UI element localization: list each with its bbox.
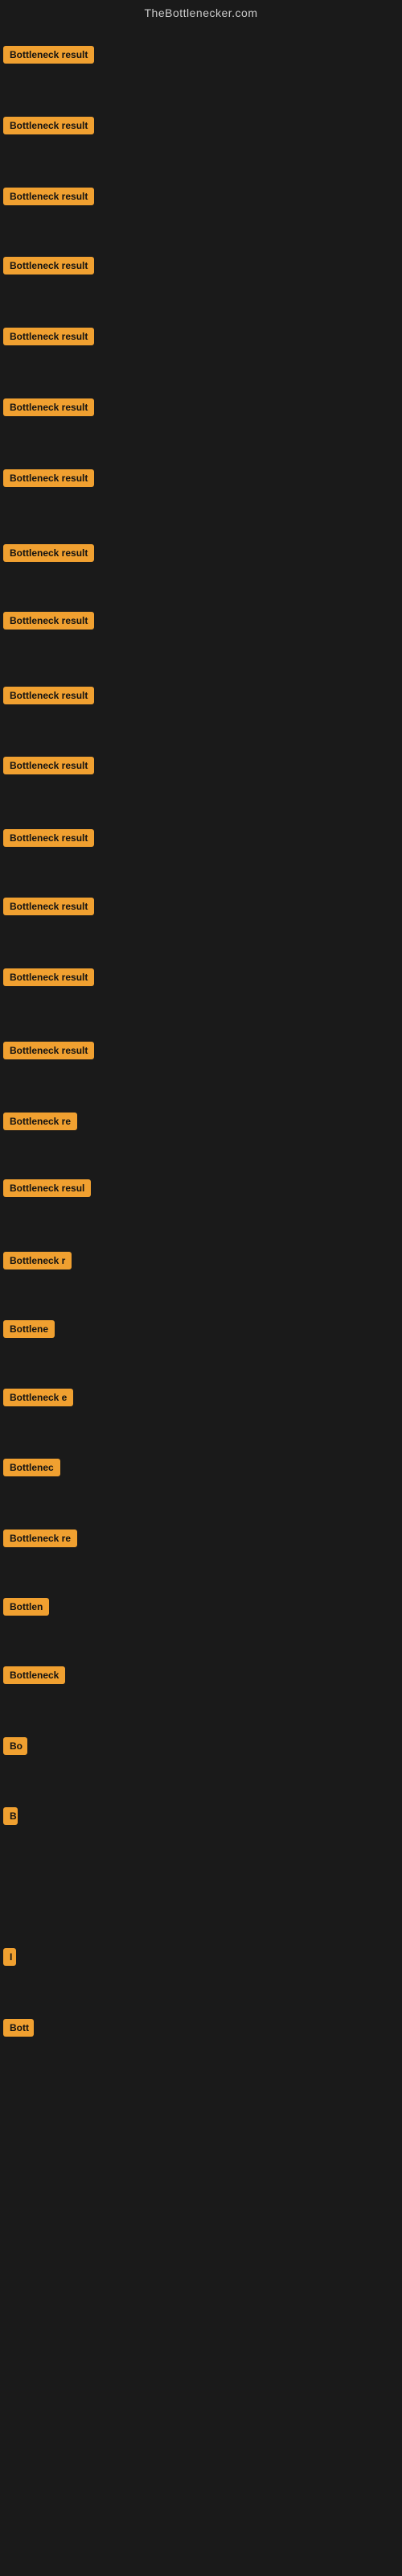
bottleneck-badge[interactable]: Bottleneck result — [3, 469, 94, 487]
bottleneck-item: Bottleneck result — [3, 257, 94, 279]
bottleneck-item: Bottleneck result — [3, 687, 94, 708]
bottleneck-badge[interactable]: Bottleneck result — [3, 328, 94, 345]
bottleneck-item: Bottleneck r — [3, 1252, 72, 1274]
bottleneck-item: B — [3, 1807, 18, 1829]
bottleneck-badge[interactable]: Bottleneck result — [3, 46, 94, 64]
bottleneck-item: Bottleneck result — [3, 117, 94, 138]
bottleneck-badge[interactable]: Bo — [3, 1737, 27, 1755]
bottleneck-badge[interactable]: B — [3, 1807, 18, 1825]
bottleneck-badge[interactable]: Bottlenec — [3, 1459, 60, 1476]
bottleneck-item: Bottleneck result — [3, 544, 94, 566]
bottleneck-item: Bottleneck result — [3, 829, 94, 851]
bottleneck-item: Bottleneck result — [3, 968, 94, 990]
bottleneck-item: Bottleneck result — [3, 398, 94, 420]
bottleneck-item: Bottleneck result — [3, 1042, 94, 1063]
bottleneck-badge[interactable]: Bottleneck result — [3, 687, 94, 704]
bottleneck-badge[interactable]: Bottleneck result — [3, 898, 94, 915]
bottleneck-item: Bottleneck e — [3, 1389, 73, 1410]
bottleneck-badge[interactable]: Bottleneck result — [3, 398, 94, 416]
bottleneck-item: Bottleneck result — [3, 757, 94, 778]
bottleneck-badge[interactable]: Bottleneck result — [3, 117, 94, 134]
bottleneck-badge[interactable]: Bottleneck re — [3, 1113, 77, 1130]
bottleneck-badge[interactable]: Bottleneck result — [3, 188, 94, 205]
bottleneck-item: Bott — [3, 2019, 34, 2041]
bottleneck-badge[interactable]: Bottleneck resul — [3, 1179, 91, 1197]
bottleneck-item: Bottleneck — [3, 1666, 65, 1688]
bottleneck-item: Bottleneck resul — [3, 1179, 91, 1201]
bottleneck-badge[interactable]: Bottleneck re — [3, 1530, 77, 1547]
bottleneck-badge[interactable]: Bottleneck result — [3, 757, 94, 774]
bottleneck-badge[interactable]: Bottleneck result — [3, 829, 94, 847]
bottleneck-badge[interactable]: Bottleneck r — [3, 1252, 72, 1269]
bottleneck-item: I — [3, 1948, 16, 1970]
bottleneck-badge[interactable]: Bottleneck result — [3, 1042, 94, 1059]
bottleneck-item: Bo — [3, 1737, 27, 1759]
page-wrapper: TheBottlenecker.com Bottleneck result Bot… — [0, 0, 402, 2576]
bottleneck-badge[interactable]: Bottleneck result — [3, 612, 94, 630]
bottleneck-item: Bottleneck result — [3, 46, 94, 68]
bottleneck-badge[interactable]: Bottleneck — [3, 1666, 65, 1684]
bottleneck-badge[interactable]: Bottleneck result — [3, 968, 94, 986]
bottleneck-item: Bottleneck re — [3, 1113, 77, 1134]
bottleneck-item: Bottlen — [3, 1598, 49, 1620]
bottleneck-item: Bottlenec — [3, 1459, 60, 1480]
bottleneck-item: Bottleneck result — [3, 328, 94, 349]
bottleneck-item: Bottlene — [3, 1320, 55, 1342]
bottleneck-badge[interactable]: Bottleneck result — [3, 544, 94, 562]
bottleneck-badge[interactable]: Bottlene — [3, 1320, 55, 1338]
bottleneck-item: Bottleneck result — [3, 188, 94, 209]
bottleneck-badge[interactable]: I — [3, 1948, 16, 1966]
bottleneck-item: Bottleneck result — [3, 612, 94, 634]
bottleneck-item: Bottleneck result — [3, 898, 94, 919]
bottleneck-badge[interactable]: Bott — [3, 2019, 34, 2037]
site-title: TheBottlenecker.com — [0, 0, 402, 27]
bottleneck-item: Bottleneck re — [3, 1530, 77, 1551]
bottleneck-item: Bottleneck result — [3, 469, 94, 491]
bottleneck-badge[interactable]: Bottlen — [3, 1598, 49, 1616]
bottleneck-badge[interactable]: Bottleneck e — [3, 1389, 73, 1406]
bottleneck-badge[interactable]: Bottleneck result — [3, 257, 94, 275]
